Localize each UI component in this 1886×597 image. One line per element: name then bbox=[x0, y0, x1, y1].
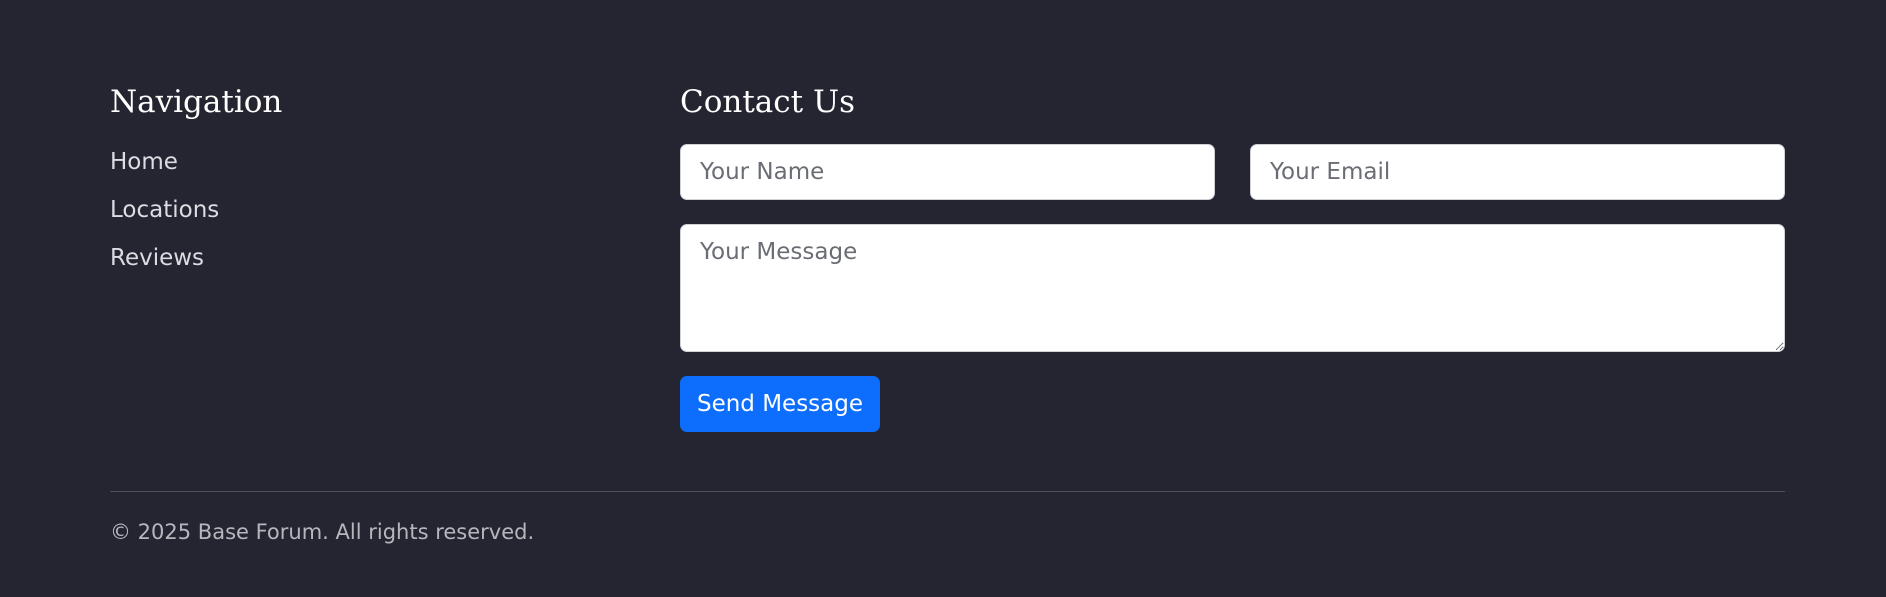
send-message-button[interactable]: Send Message bbox=[680, 376, 880, 432]
footer-divider bbox=[110, 491, 1785, 492]
nav-link-locations[interactable]: Locations bbox=[110, 197, 219, 223]
navigation-section: Navigation Home Locations Reviews bbox=[110, 80, 550, 282]
site-footer: Navigation Home Locations Reviews Contac… bbox=[0, 0, 1886, 597]
nav-item-reviews: Reviews bbox=[110, 234, 550, 282]
navigation-title: Navigation bbox=[110, 84, 283, 120]
nav-link-reviews[interactable]: Reviews bbox=[110, 245, 204, 271]
message-textarea[interactable] bbox=[680, 224, 1785, 352]
name-input[interactable] bbox=[680, 144, 1215, 200]
nav-item-locations: Locations bbox=[110, 186, 550, 234]
nav-item-home: Home bbox=[110, 138, 550, 186]
nav-link-home[interactable]: Home bbox=[110, 149, 178, 175]
contact-section: Contact Us Send Message bbox=[680, 80, 1785, 432]
contact-title: Contact Us bbox=[680, 84, 855, 120]
email-input[interactable] bbox=[1250, 144, 1785, 200]
navigation-list: Home Locations Reviews bbox=[110, 138, 550, 282]
copyright-text: © 2025 Base Forum. All rights reserved. bbox=[110, 520, 535, 544]
